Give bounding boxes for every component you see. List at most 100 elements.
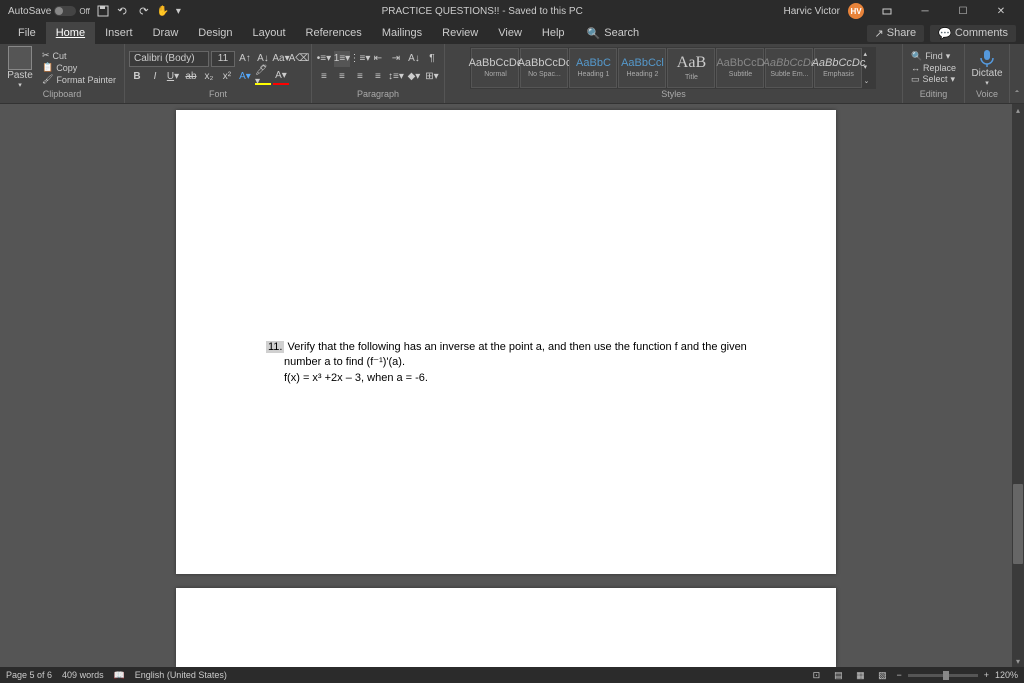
style-nospacing[interactable]: AaBbCcDcNo Spac... xyxy=(520,48,568,88)
language-indicator[interactable]: English (United States) xyxy=(135,670,227,680)
undo-icon[interactable] xyxy=(116,4,130,18)
italic-button[interactable]: I xyxy=(147,69,163,85)
style-name: Subtitle xyxy=(729,71,752,78)
bold-button[interactable]: B xyxy=(129,69,145,85)
save-icon[interactable] xyxy=(96,4,110,18)
underline-button[interactable]: U▾ xyxy=(165,69,181,85)
page-indicator[interactable]: Page 5 of 6 xyxy=(6,670,52,680)
dictate-button[interactable]: Dictate ▾ xyxy=(969,48,1005,87)
text-effects-icon[interactable]: A▾ xyxy=(237,69,253,85)
tab-home[interactable]: Home xyxy=(46,22,95,44)
line-spacing-icon[interactable]: ↕≡▾ xyxy=(388,69,404,85)
editing-group-label: Editing xyxy=(907,89,960,101)
style-subtitle[interactable]: AaBbCcDSubtitle xyxy=(716,48,764,88)
select-button[interactable]: ▭Select ▾ xyxy=(911,74,956,85)
align-right-icon[interactable]: ≡ xyxy=(352,69,368,85)
ribbon-display-icon[interactable] xyxy=(872,0,902,22)
scroll-down-icon[interactable]: ▾ xyxy=(1012,655,1024,667)
clear-format-icon[interactable]: A⌫ xyxy=(291,51,307,67)
tab-layout[interactable]: Layout xyxy=(243,22,296,44)
minimize-icon[interactable]: ─ xyxy=(910,0,940,22)
decrease-indent-icon[interactable]: ⇤ xyxy=(370,51,386,67)
zoom-in-icon[interactable]: + xyxy=(984,670,989,680)
share-button[interactable]: ↗Share xyxy=(867,25,925,42)
highlight-icon[interactable]: 🖊▾ xyxy=(255,69,271,85)
numbering-icon[interactable]: 1≡▾ xyxy=(334,51,350,67)
show-marks-icon[interactable]: ¶ xyxy=(424,51,440,67)
paste-button[interactable]: Paste ▾ xyxy=(4,46,36,89)
share-label: Share xyxy=(887,27,916,39)
copy-button[interactable]: 📋Copy xyxy=(42,62,116,73)
autosave-label: AutoSave xyxy=(8,6,51,17)
shading-icon[interactable]: ◆▾ xyxy=(406,69,422,85)
scroll-thumb[interactable] xyxy=(1013,484,1023,564)
print-layout-icon[interactable]: ▦ xyxy=(852,669,868,681)
scroll-up-icon[interactable]: ▴ xyxy=(1012,104,1024,116)
font-color-icon[interactable]: A▾ xyxy=(273,69,289,85)
style-emphasis[interactable]: AaBbCcDcEmphasis xyxy=(814,48,862,88)
dictate-label: Dictate xyxy=(971,68,1002,79)
style-title[interactable]: AaBTitle xyxy=(667,48,715,88)
tab-design[interactable]: Design xyxy=(188,22,242,44)
toggle-switch[interactable] xyxy=(54,6,76,16)
spellcheck-icon[interactable]: 📖 xyxy=(114,670,125,681)
zoom-out-icon[interactable]: − xyxy=(896,670,901,680)
styles-expand[interactable]: ▴▾⌄ xyxy=(863,48,875,88)
subscript-button[interactable]: x₂ xyxy=(201,69,217,85)
autosave-toggle[interactable]: AutoSave Off xyxy=(8,6,90,17)
multilevel-icon[interactable]: ⋮≡▾ xyxy=(352,51,368,67)
tab-review[interactable]: Review xyxy=(432,22,488,44)
strike-button[interactable]: ab xyxy=(183,69,199,85)
web-layout-icon[interactable]: ▧ xyxy=(874,669,890,681)
zoom-level[interactable]: 120% xyxy=(995,670,1018,680)
vertical-scrollbar[interactable]: ▴ ▾ xyxy=(1012,104,1024,667)
word-count[interactable]: 409 words xyxy=(62,670,104,680)
zoom-slider[interactable] xyxy=(908,674,978,677)
search-box[interactable]: 🔍 Search xyxy=(587,27,640,40)
page[interactable]: 11. Verify that the following has an inv… xyxy=(176,110,836,574)
style-name: Heading 1 xyxy=(578,71,610,78)
style-heading1[interactable]: AaBbCHeading 1 xyxy=(569,48,617,88)
justify-icon[interactable]: ≡ xyxy=(370,69,386,85)
focus-mode-icon[interactable]: ⊡ xyxy=(808,669,824,681)
document-content[interactable]: 11. Verify that the following has an inv… xyxy=(266,340,766,386)
font-name-select[interactable] xyxy=(129,51,209,67)
grow-font-icon[interactable]: A↑ xyxy=(237,51,253,67)
tab-help[interactable]: Help xyxy=(532,22,575,44)
align-left-icon[interactable]: ≡ xyxy=(316,69,332,85)
font-size-select[interactable] xyxy=(211,51,235,67)
format-painter-button[interactable]: 🖌Format Painter xyxy=(42,74,116,85)
maximize-icon[interactable]: ☐ xyxy=(948,0,978,22)
tab-view[interactable]: View xyxy=(488,22,532,44)
align-center-icon[interactable]: ≡ xyxy=(334,69,350,85)
touch-mode-icon[interactable]: ✋ xyxy=(156,4,170,18)
tab-file[interactable]: File xyxy=(8,22,46,44)
comments-button[interactable]: 💬Comments xyxy=(930,25,1016,42)
tab-references[interactable]: References xyxy=(296,22,372,44)
close-icon[interactable]: ✕ xyxy=(986,0,1016,22)
dictate-dropdown-icon[interactable]: ▾ xyxy=(985,79,989,87)
change-case-icon[interactable]: Aa▾ xyxy=(273,51,289,67)
collapse-ribbon-icon[interactable]: ˆ xyxy=(1010,44,1024,103)
replace-button[interactable]: ↔Replace xyxy=(911,63,956,73)
find-button[interactable]: 🔍Find ▾ xyxy=(911,51,956,62)
increase-indent-icon[interactable]: ⇥ xyxy=(388,51,404,67)
ribbon-group-paragraph: •≡▾ 1≡▾ ⋮≡▾ ⇤ ⇥ A↓ ¶ ≡ ≡ ≡ ≡ ↕≡▾ ◆▾ ⊞▾ xyxy=(312,44,445,103)
tab-draw[interactable]: Draw xyxy=(143,22,189,44)
tab-mailings[interactable]: Mailings xyxy=(372,22,432,44)
paste-dropdown-icon[interactable]: ▾ xyxy=(18,81,22,89)
style-normal[interactable]: AaBbCcDcNormal xyxy=(471,48,519,88)
style-subtle-em[interactable]: AaBbCcDcSubtle Em... xyxy=(765,48,813,88)
borders-icon[interactable]: ⊞▾ xyxy=(424,69,440,85)
read-mode-icon[interactable]: ▤ xyxy=(830,669,846,681)
sort-icon[interactable]: A↓ xyxy=(406,51,422,67)
tab-insert[interactable]: Insert xyxy=(95,22,143,44)
redo-icon[interactable] xyxy=(136,4,150,18)
superscript-button[interactable]: x² xyxy=(219,69,235,85)
style-heading2[interactable]: AaBbCclHeading 2 xyxy=(618,48,666,88)
bullets-icon[interactable]: •≡▾ xyxy=(316,51,332,67)
cut-button[interactable]: ✂Cut xyxy=(42,50,116,61)
page-next[interactable] xyxy=(176,588,836,667)
user-avatar[interactable]: HV xyxy=(848,3,864,19)
styles-gallery[interactable]: AaBbCcDcNormal AaBbCcDcNo Spac... AaBbCH… xyxy=(470,47,876,89)
